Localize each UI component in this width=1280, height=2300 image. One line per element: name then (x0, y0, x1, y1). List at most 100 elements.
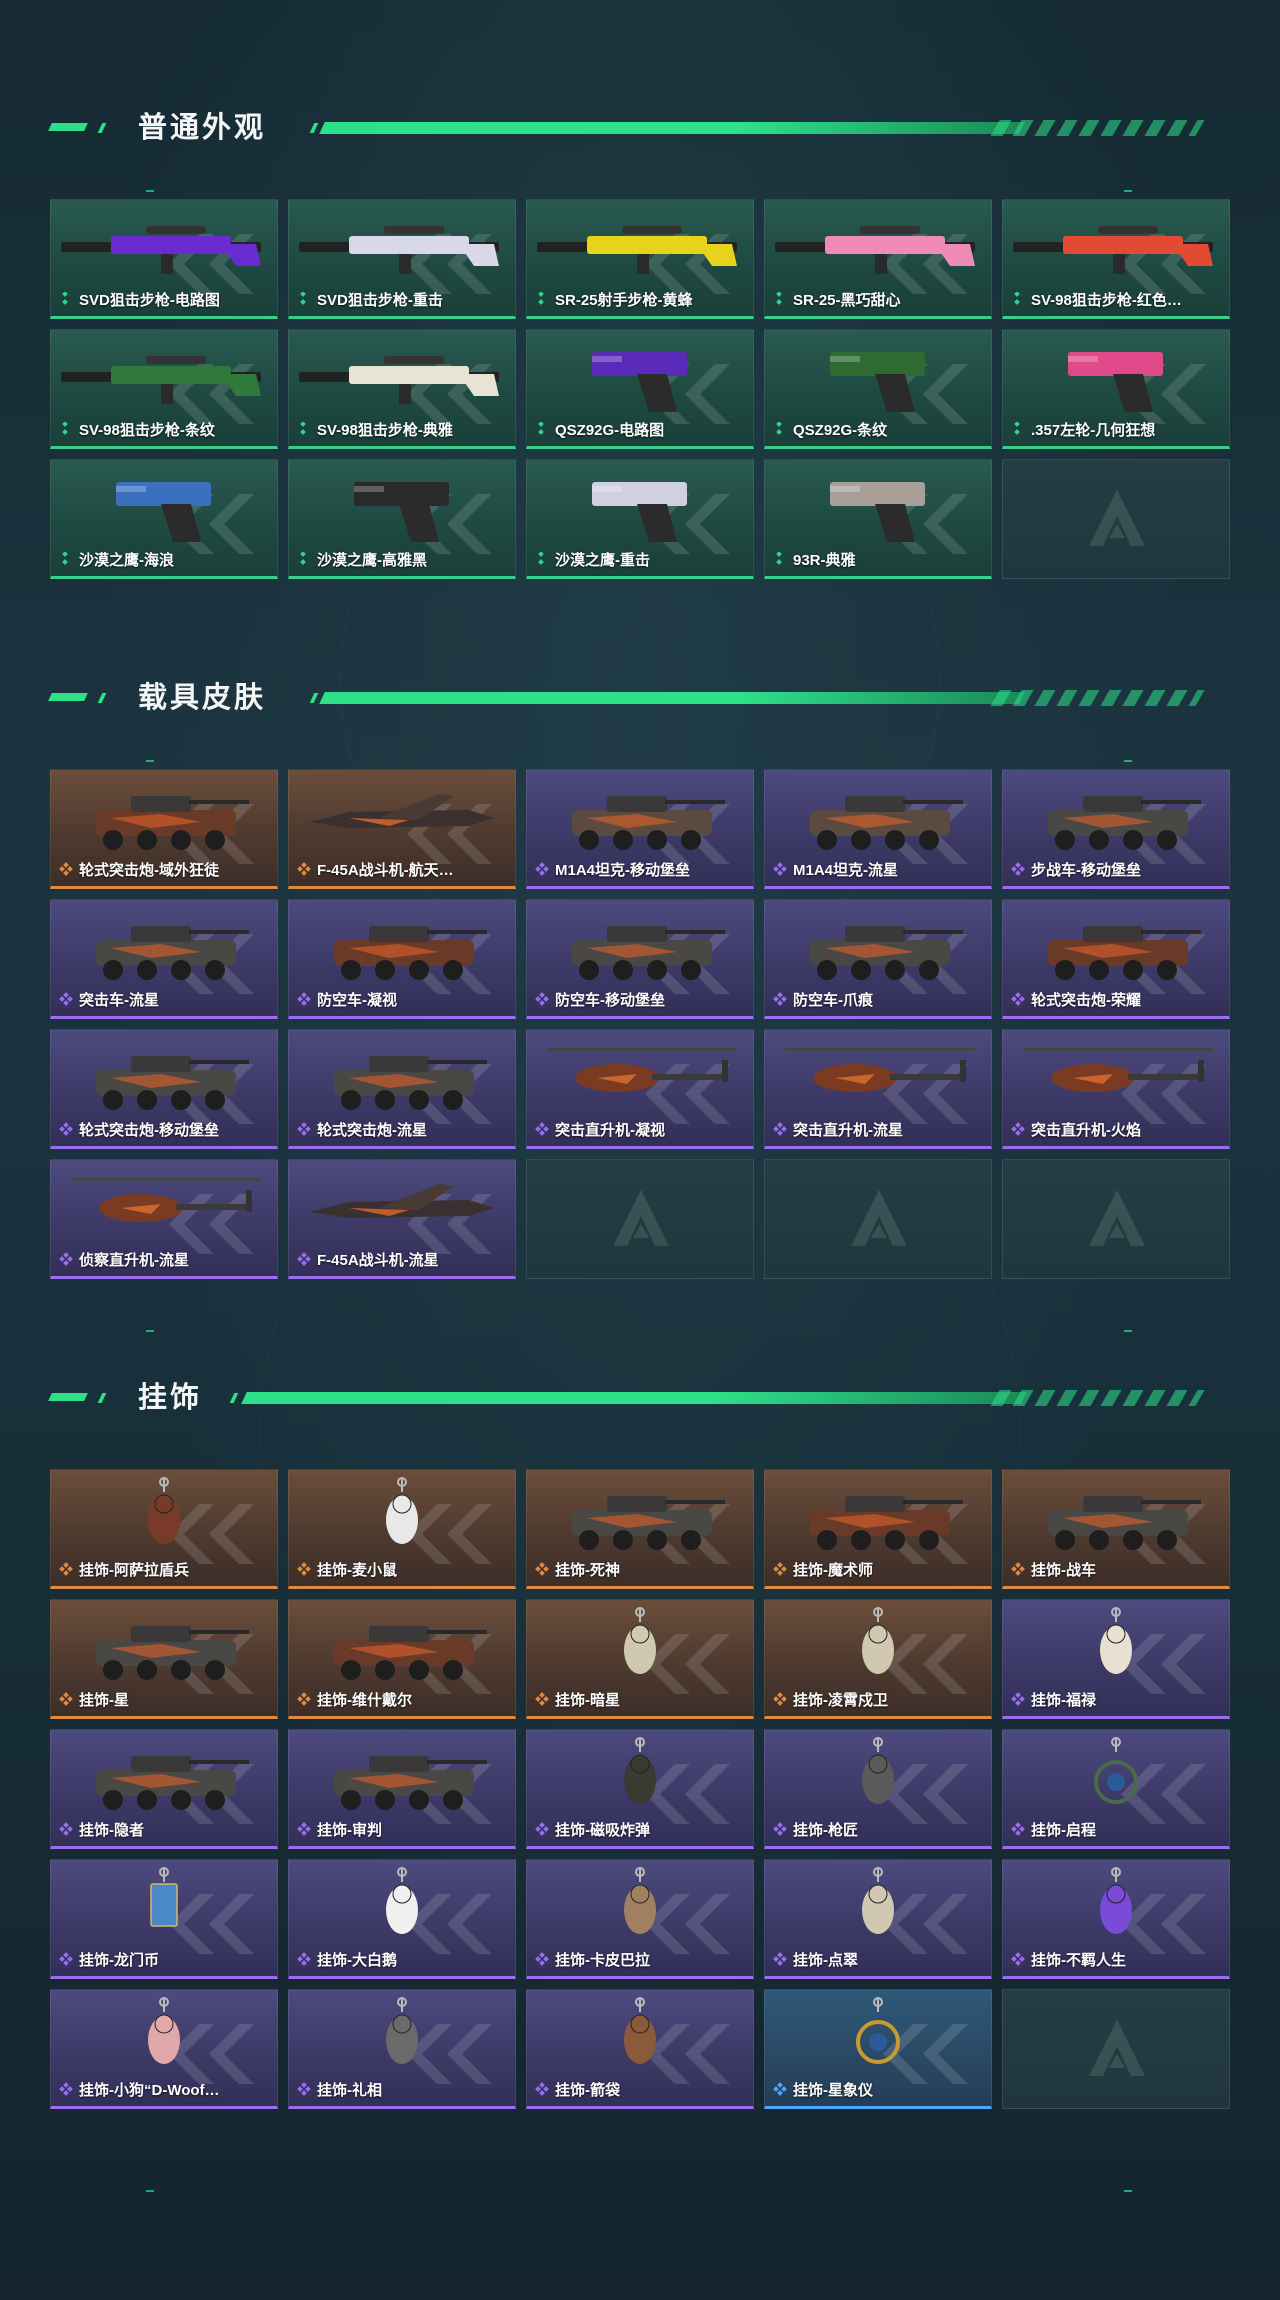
rarity-diamond-icon (1011, 862, 1025, 876)
item-label: 挂饰-凌霄戍卫 (793, 1692, 888, 1709)
item-card[interactable]: 挂饰-隐者 (50, 1729, 278, 1849)
item-card[interactable]: 防空车-爪痕 (764, 899, 992, 1019)
item-card[interactable]: .357左轮-几何狂想 (1002, 329, 1230, 449)
item-card[interactable]: 挂饰-魔术师 (764, 1469, 992, 1589)
item-card[interactable]: 沙漠之鹰-高雅黑 (288, 459, 516, 579)
scout-helicopter-icon (71, 1178, 261, 1222)
item-card[interactable]: 挂饰-凌霄戍卫 (764, 1599, 992, 1719)
item-label: 挂饰-战车 (1031, 1562, 1096, 1579)
item-card[interactable]: 挂饰-点翠 (764, 1859, 992, 1979)
item-card[interactable]: SR-25-黑巧甜心 (764, 199, 992, 319)
corner-mark (146, 1330, 154, 1332)
item-card[interactable]: 挂饰-星象仪 (764, 1989, 992, 2109)
item-card[interactable]: 挂饰-阿萨拉盾兵 (50, 1469, 278, 1589)
section-title: 普通外观 (138, 112, 267, 144)
item-label: 挂饰-阿萨拉盾兵 (79, 1562, 189, 1579)
item-card[interactable]: SVD狙击步枪-电路图 (50, 199, 278, 319)
item-label: .357左轮-几何狂想 (1031, 422, 1156, 439)
charm-astrolabe-icon (856, 1997, 900, 2064)
item-card[interactable]: SV-98狙击步枪-条纹 (50, 329, 278, 449)
item-card[interactable]: M1A4坦克-移动堡垒 (526, 769, 754, 889)
item-card[interactable]: 突击直升机-凝视 (526, 1029, 754, 1149)
item-label: F-45A战斗机-流星 (317, 1252, 439, 1269)
item-card[interactable]: 挂饰-卡皮巴拉 (526, 1859, 754, 1979)
empty-slot (1002, 1159, 1230, 1279)
item-card[interactable]: SVD狙击步枪-重击 (288, 199, 516, 319)
rarity-diamond-icon (62, 292, 68, 305)
item-label: 挂饰-不羁人生 (1031, 1952, 1126, 1969)
item-card[interactable]: 挂饰-枪匠 (764, 1729, 992, 1849)
item-card[interactable]: SV-98狙击步枪-典雅 (288, 329, 516, 449)
item-card[interactable]: 挂饰-礼相 (288, 1989, 516, 2109)
rarity-diamond-icon (59, 1822, 73, 1836)
item-card[interactable]: 轮式突击炮-移动堡垒 (50, 1029, 278, 1149)
item-card[interactable]: SR-25射手步枪-黄蜂 (526, 199, 754, 319)
item-card[interactable]: 挂饰-审判 (288, 1729, 516, 1849)
item-card[interactable]: 挂饰-战车 (1002, 1469, 1230, 1589)
item-card[interactable]: 挂饰-不羁人生 (1002, 1859, 1230, 1979)
charm-card-icon (1048, 1496, 1201, 1550)
item-card[interactable]: 突击直升机-火焰 (1002, 1029, 1230, 1149)
item-card[interactable]: 挂饰-大白鹅 (288, 1859, 516, 1979)
rarity-diamond-icon (773, 1562, 787, 1576)
item-card[interactable]: 挂饰-星 (50, 1599, 278, 1719)
item-card[interactable]: 挂饰-福禄 (1002, 1599, 1230, 1719)
header-accent (309, 123, 319, 133)
item-card[interactable]: 步战车-移动堡垒 (1002, 769, 1230, 889)
rarity-diamond-icon (59, 2082, 73, 2096)
header-accent (229, 1393, 239, 1403)
item-card[interactable]: 挂饰-维什戴尔 (288, 1599, 516, 1719)
charm-badge-icon (1094, 1737, 1138, 1804)
sniper-rifle-icon (61, 226, 261, 274)
empty-slot (764, 1159, 992, 1279)
charm-box-icon (862, 1737, 894, 1804)
item-card[interactable]: 突击车-流星 (50, 899, 278, 1019)
item-card[interactable]: QSZ92G-条纹 (764, 329, 992, 449)
item-card[interactable]: 挂饰-死神 (526, 1469, 754, 1589)
item-card[interactable]: 挂饰-龙门币 (50, 1859, 278, 1979)
item-card[interactable]: 防空车-凝视 (288, 899, 516, 1019)
charm-hat-icon (386, 1997, 418, 2064)
revolver-icon (1068, 352, 1163, 412)
item-card[interactable]: 突击直升机-流星 (764, 1029, 992, 1149)
item-card[interactable]: 沙漠之鹰-重击 (526, 459, 754, 579)
item-card[interactable]: 轮式突击炮-域外狂徒 (50, 769, 278, 889)
item-label: SV-98狙击步枪-条纹 (79, 422, 215, 439)
rarity-diamond-icon (773, 1692, 787, 1706)
item-label: 突击直升机-火焰 (1031, 1122, 1141, 1139)
item-card[interactable]: 挂饰-暗星 (526, 1599, 754, 1719)
charm-panda-icon (1100, 1607, 1132, 1674)
charm-card-icon (96, 1756, 249, 1810)
item-card[interactable]: 挂饰-小狗“D-Woof… (50, 1989, 278, 2109)
item-card[interactable]: 沙漠之鹰-海浪 (50, 459, 278, 579)
item-card[interactable]: 93R-典雅 (764, 459, 992, 579)
item-card[interactable]: QSZ92G-电路图 (526, 329, 754, 449)
rarity-diamond-icon (300, 292, 306, 305)
rarity-diamond-icon (300, 422, 306, 435)
item-card[interactable]: M1A4坦克-流星 (764, 769, 992, 889)
item-card[interactable]: 防空车-移动堡垒 (526, 899, 754, 1019)
sniper-rifle-icon (61, 356, 261, 404)
header-bar (319, 692, 1025, 704)
item-card[interactable]: 轮式突击炮-流星 (288, 1029, 516, 1149)
charm-capybara-icon (624, 1867, 656, 1934)
item-card[interactable]: 挂饰-麦小鼠 (288, 1469, 516, 1589)
rarity-diamond-icon (776, 552, 782, 565)
rarity-diamond-icon (59, 1252, 73, 1266)
item-card[interactable]: F-45A战斗机-流星 (288, 1159, 516, 1279)
rarity-diamond-icon (538, 422, 544, 435)
charm-coin-icon (150, 1867, 178, 1927)
rarity-diamond-icon (59, 1562, 73, 1576)
item-card[interactable]: 轮式突击炮-荣耀 (1002, 899, 1230, 1019)
sniper-rifle-icon (1013, 226, 1213, 274)
item-card[interactable]: F-45A战斗机-航天… (288, 769, 516, 889)
item-card[interactable]: 挂饰-磁吸炸弹 (526, 1729, 754, 1849)
item-card[interactable]: SV-98狙击步枪-红色… (1002, 199, 1230, 319)
item-card[interactable]: 挂饰-箭袋 (526, 1989, 754, 2109)
section-title: 载具皮肤 (138, 682, 267, 714)
rarity-diamond-icon (297, 1692, 311, 1706)
item-card[interactable]: 侦察直升机-流星 (50, 1159, 278, 1279)
item-label: 挂饰-点翠 (793, 1952, 858, 1969)
item-card[interactable]: 挂饰-启程 (1002, 1729, 1230, 1849)
section-title: 挂饰 (138, 1382, 203, 1414)
